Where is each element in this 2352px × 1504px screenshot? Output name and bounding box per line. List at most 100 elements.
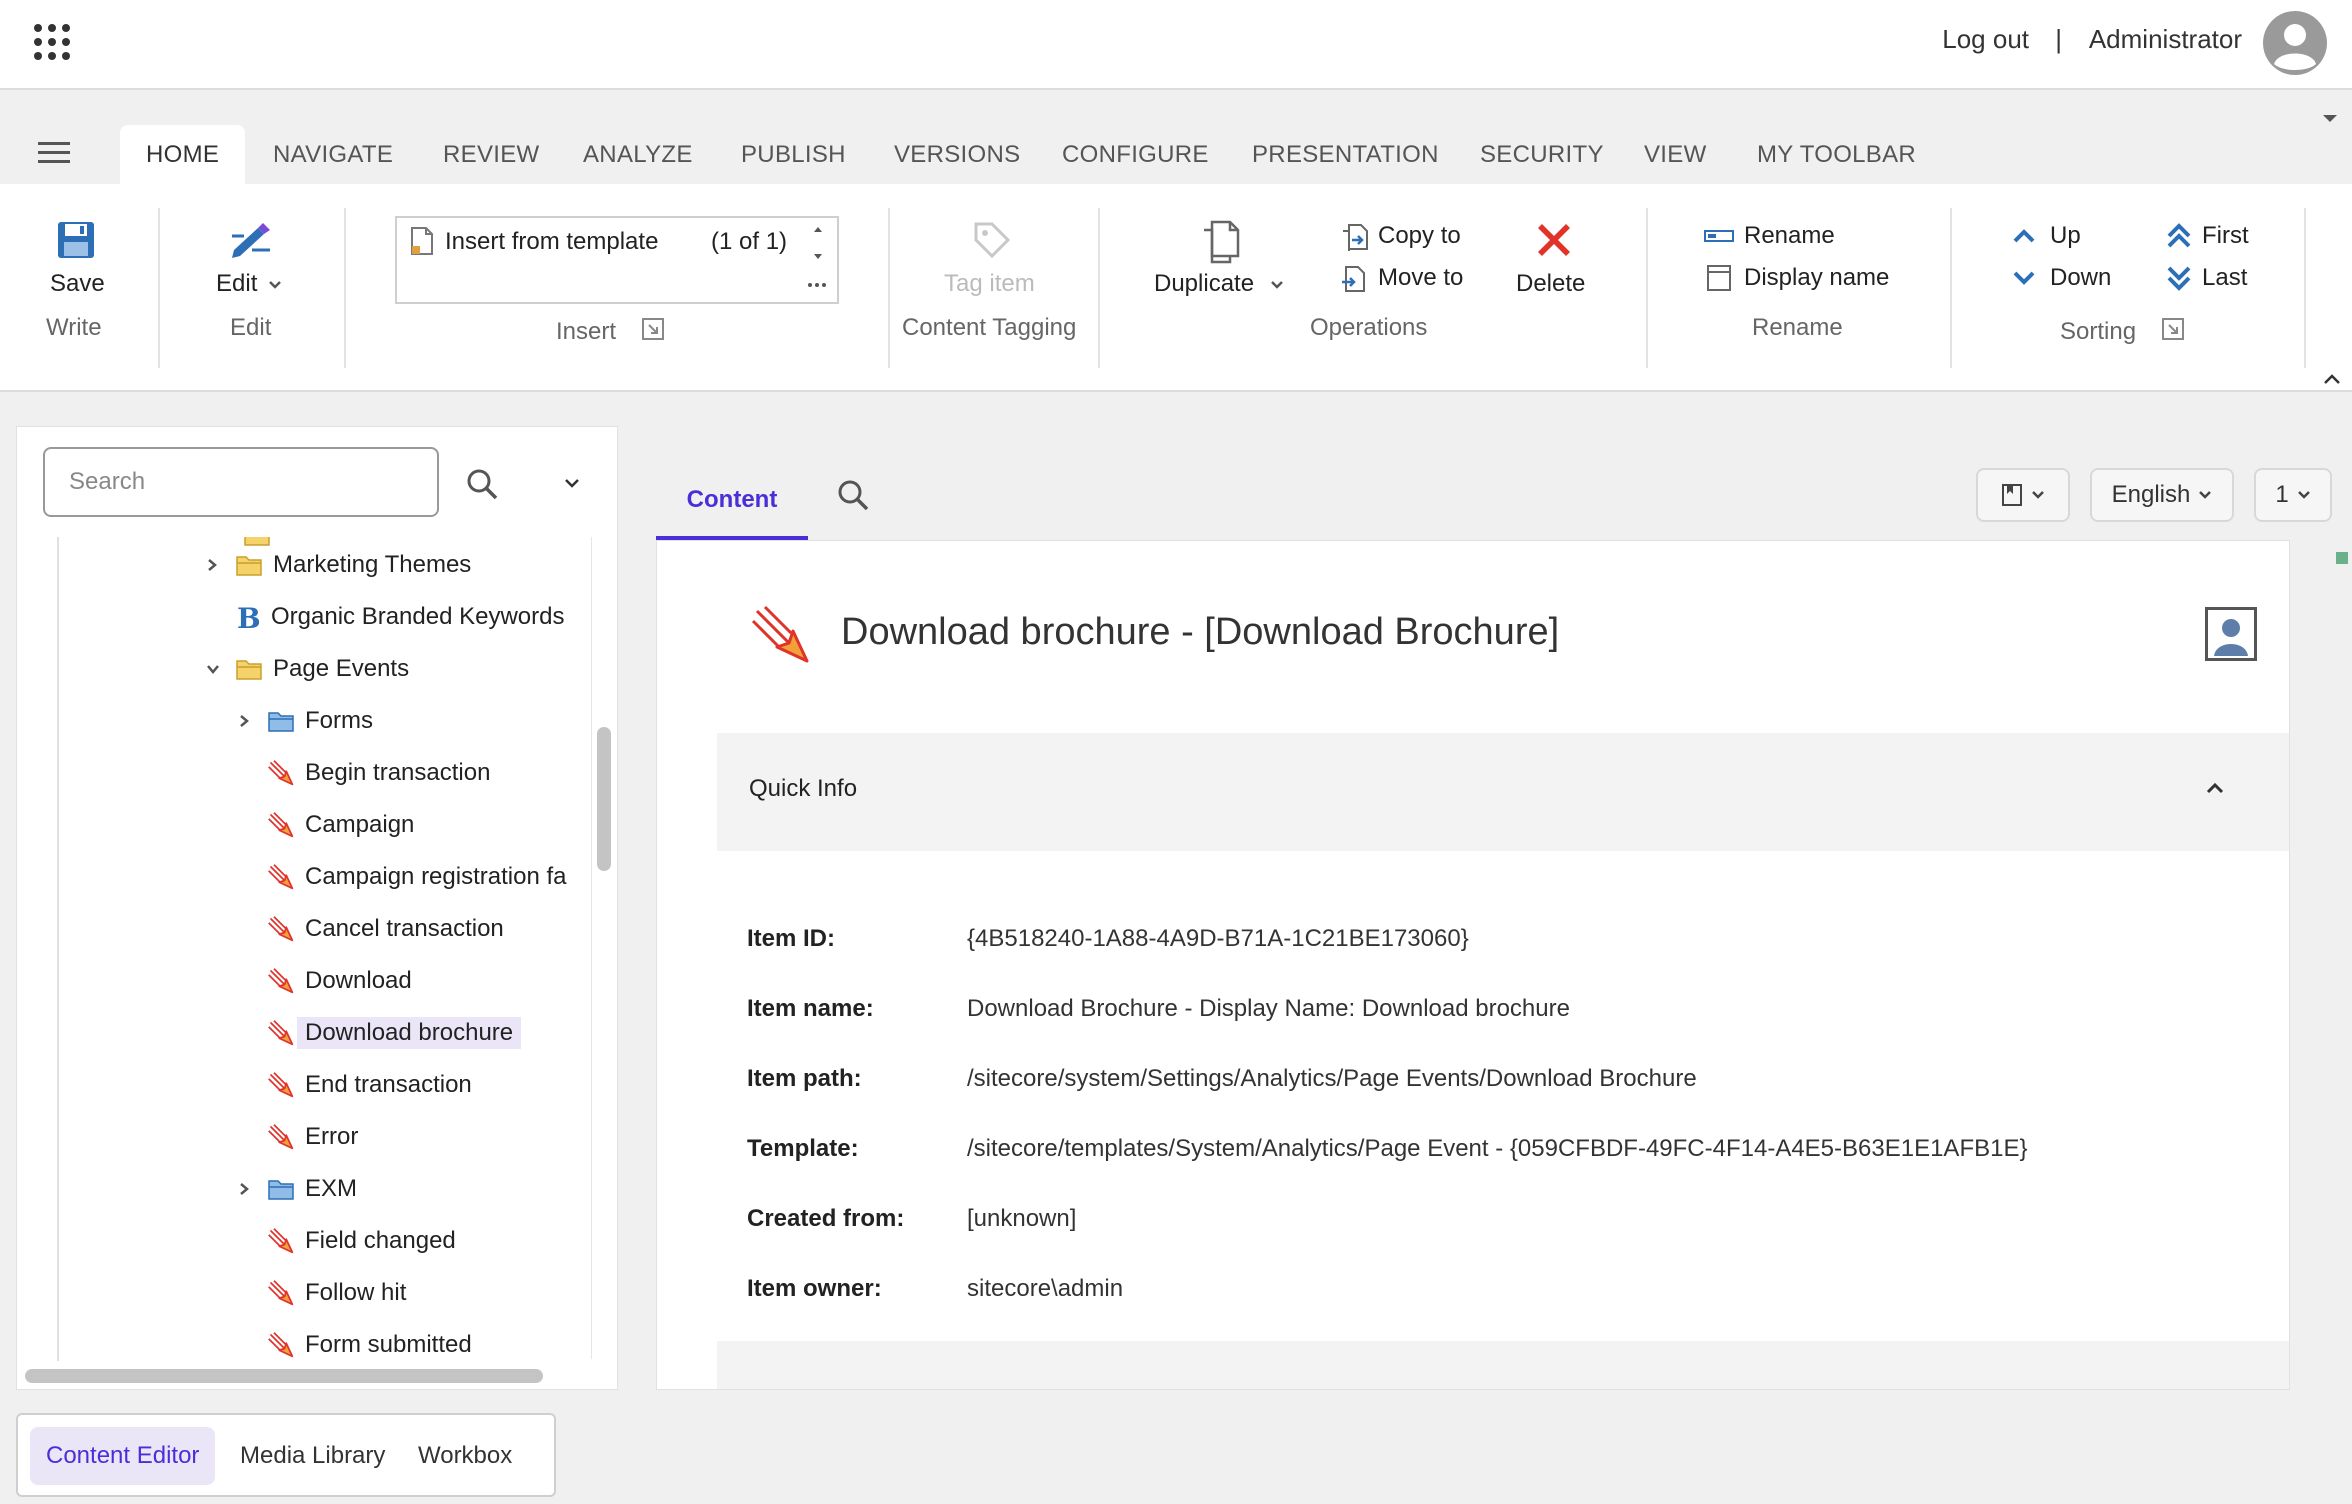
tree-item[interactable]: Forms: [237, 701, 373, 741]
gallery-up-icon[interactable]: [811, 224, 825, 234]
menu-icon[interactable]: [38, 142, 70, 164]
edit-icon[interactable]: [230, 220, 274, 260]
first-button[interactable]: First: [2202, 222, 2249, 250]
tab-my-toolbar[interactable]: MY TOOLBAR: [1731, 125, 1942, 185]
operations-group-label: Operations: [1310, 314, 1428, 341]
tree-item[interactable]: EXM: [237, 1169, 357, 1209]
item-owner-avatar[interactable]: [2205, 607, 2257, 661]
tab-navigate[interactable]: NAVIGATE: [247, 125, 419, 185]
username[interactable]: Administrator: [2089, 24, 2242, 55]
version-dropdown[interactable]: 1: [2254, 468, 2332, 522]
tab-analyze[interactable]: ANALYZE: [557, 125, 719, 185]
tree-item[interactable]: Begin transaction: [237, 753, 490, 793]
bookmark-icon: [2001, 483, 2023, 507]
search-icon[interactable]: [465, 467, 499, 501]
tree-item[interactable]: Campaign registration fa: [237, 857, 566, 897]
down-icon: [2012, 270, 2036, 286]
tree-item[interactable]: Follow hit: [237, 1273, 406, 1313]
tree-item[interactable]: Form submitted: [237, 1325, 472, 1359]
tree-item-label: Campaign registration fa: [305, 863, 567, 890]
tab-review[interactable]: REVIEW: [417, 125, 565, 185]
tree-horizontal-scrollbar[interactable]: [25, 1369, 543, 1383]
edit-button[interactable]: Edit: [216, 270, 257, 298]
tree-item-label: Download: [305, 967, 412, 994]
folder-icon: [235, 657, 263, 681]
bookmark-dropdown[interactable]: [1976, 468, 2070, 522]
logout-link[interactable]: Log out: [1942, 24, 2029, 55]
next-section-header[interactable]: [717, 1341, 2289, 1389]
expand-dialog-icon[interactable]: [642, 318, 664, 340]
last-button[interactable]: Last: [2202, 264, 2247, 292]
tree-item[interactable]: Marketing Themes: [205, 545, 471, 585]
tree-item-label: Begin transaction: [305, 759, 491, 786]
quick-info-section-header[interactable]: Quick Info: [717, 733, 2289, 851]
chevron-right-icon[interactable]: [205, 557, 225, 573]
display-name-button[interactable]: Display name: [1744, 264, 1889, 292]
caret-down-icon[interactable]: [2320, 112, 2340, 126]
chevron-down-icon: [1270, 280, 1284, 290]
tree-item-label: Follow hit: [305, 1279, 407, 1306]
avatar[interactable]: [2262, 10, 2328, 76]
tab-home[interactable]: HOME: [120, 125, 246, 185]
tab-versions[interactable]: VERSIONS: [868, 125, 1046, 185]
expand-dialog-icon[interactable]: [2162, 318, 2184, 340]
app-launcher-icon[interactable]: [34, 24, 70, 60]
document-icon: [409, 226, 435, 256]
save-button[interactable]: Save: [50, 270, 105, 298]
tab-configure[interactable]: CONFIGURE: [1036, 125, 1235, 185]
tab-media-library[interactable]: Media Library: [224, 1427, 401, 1485]
tree-item-label: End transaction: [305, 1071, 472, 1098]
copy-to-button[interactable]: Copy to: [1378, 222, 1461, 250]
rename-button[interactable]: Rename: [1744, 222, 1835, 250]
duplicate-icon[interactable]: [1198, 218, 1246, 266]
tree-item[interactable]: Error: [237, 1117, 358, 1157]
header-separator: |: [2055, 24, 2062, 54]
tree-item[interactable]: Page Events: [205, 649, 409, 689]
duplicate-button[interactable]: Duplicate: [1154, 270, 1254, 298]
gallery-more-icon[interactable]: [807, 282, 827, 288]
chevron-down-icon: [2031, 490, 2045, 500]
content-editor-pane: Download brochure - [Download Brochure] …: [656, 540, 2290, 1390]
tree-item[interactable]: Download brochure: [237, 1013, 522, 1053]
insert-gallery[interactable]: Insert from template (1 of 1): [395, 216, 839, 304]
tab-view[interactable]: VIEW: [1618, 125, 1733, 185]
save-icon[interactable]: [56, 220, 96, 260]
tree-item-label: Form submitted: [305, 1331, 472, 1358]
page-event-icon: [267, 1279, 295, 1307]
tree-vertical-scrollbar[interactable]: [597, 727, 611, 871]
field-label: Item path:: [747, 1065, 862, 1092]
tree-item-label: Page Events: [273, 655, 410, 682]
tab-workbox[interactable]: Workbox: [402, 1427, 528, 1485]
delete-icon[interactable]: [1532, 218, 1576, 262]
tree-item-label: Error: [305, 1123, 359, 1150]
field-value: /sitecore/system/Settings/Analytics/Page…: [967, 1065, 1697, 1092]
tree-item[interactable]: Campaign: [237, 805, 414, 845]
chevron-right-icon[interactable]: [237, 1181, 257, 1197]
tab-publish[interactable]: PUBLISH: [715, 125, 872, 185]
up-button[interactable]: Up: [2050, 222, 2081, 250]
tree-item[interactable]: Cancel transaction: [237, 909, 504, 949]
tree-item[interactable]: End transaction: [237, 1065, 472, 1105]
down-button[interactable]: Down: [2050, 264, 2111, 292]
tree-item[interactable]: Field changed: [237, 1221, 456, 1261]
quick-info-row: Template: /sitecore/templates/System/Anal…: [747, 1135, 2147, 1169]
tab-content[interactable]: Content: [656, 460, 808, 540]
tree-item[interactable]: B Organic Branded Keywords: [205, 597, 564, 637]
tab-content-editor[interactable]: Content Editor: [30, 1427, 216, 1485]
gallery-down-icon[interactable]: [811, 252, 825, 262]
move-to-button[interactable]: Move to: [1378, 264, 1463, 292]
language-dropdown[interactable]: English: [2090, 468, 2234, 522]
delete-button[interactable]: Delete: [1516, 270, 1585, 298]
tab-security[interactable]: SECURITY: [1454, 125, 1630, 185]
chevron-right-icon[interactable]: [237, 713, 257, 729]
tab-presentation[interactable]: PRESENTATION: [1226, 125, 1465, 185]
tree-item[interactable]: Download: [237, 961, 412, 1001]
insert-from-template-button[interactable]: Insert from template: [445, 228, 658, 256]
collapse-ribbon-icon[interactable]: [2322, 372, 2342, 386]
chevron-down-icon[interactable]: [205, 662, 225, 676]
search-tab-icon[interactable]: [836, 478, 870, 512]
chevron-up-icon[interactable]: [2205, 781, 2225, 795]
search-input[interactable]: [43, 447, 439, 517]
search-options-chevron-icon[interactable]: [563, 477, 581, 489]
tree-item-label: EXM: [305, 1175, 358, 1202]
